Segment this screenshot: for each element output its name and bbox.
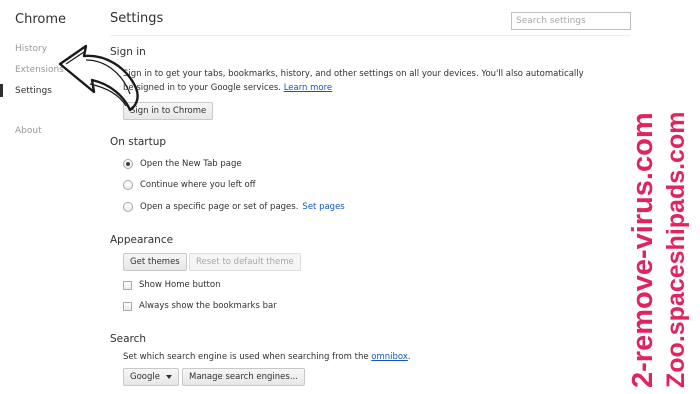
radio-specific-pages[interactable] [123,202,133,212]
manage-search-engines-button[interactable]: Manage search engines... [182,368,305,386]
sidebar-item-history[interactable]: History [15,44,47,54]
search-engine-select[interactable]: Google [123,368,179,386]
show-home-button-option[interactable]: Show Home button [123,280,220,290]
appearance-heading: Appearance [110,234,174,246]
search-settings-input[interactable] [511,12,631,30]
get-themes-button[interactable]: Get themes [123,253,187,271]
sign-in-heading: Sign in [110,46,146,58]
settings-main: Settings Sign in Sign in to get your tab… [110,0,631,394]
sidebar-item-about[interactable]: About [15,126,42,136]
set-pages-link[interactable]: Set pages [302,202,344,212]
sign-in-to-chrome-button[interactable]: Sign in to Chrome [123,102,214,120]
header-divider [110,35,630,36]
reset-theme-button[interactable]: Reset to default theme [189,253,301,271]
sign-in-description-2: be signed in to your Google services. Le… [123,83,333,93]
startup-option-specific-pages[interactable]: Open a specific page or set of pages. Se… [123,202,345,212]
watermark-text-1: 2-remove-virus.com [627,112,659,388]
show-bookmarks-bar-option[interactable]: Always show the bookmarks bar [123,301,277,311]
on-startup-heading: On startup [110,136,167,148]
search-description: Set which search engine is used when sea… [123,352,411,362]
watermark: 2-remove-virus.com Zoo.spaceshipads.com [627,112,690,388]
show-bookmarks-checkbox[interactable] [123,301,132,311]
learn-more-link[interactable]: Learn more [284,83,332,93]
page-title: Settings [110,11,164,26]
watermark-text-2: Zoo.spaceshipads.com [662,112,690,388]
selected-indicator [0,84,3,97]
sidebar: Chrome History Extensions Settings About [0,0,92,394]
show-home-checkbox[interactable] [123,280,132,290]
brand-title: Chrome [15,12,66,27]
sidebar-item-settings[interactable]: Settings [15,86,52,96]
startup-option-new-tab[interactable]: Open the New Tab page [123,159,242,169]
radio-new-tab[interactable] [123,159,133,169]
sign-in-description: Sign in to get your tabs, bookmarks, his… [123,69,584,79]
radio-continue[interactable] [123,180,133,190]
sidebar-item-extensions[interactable]: Extensions [15,65,64,75]
chevron-down-icon [165,375,172,379]
omnibox-link[interactable]: omnibox [371,352,408,362]
startup-option-continue[interactable]: Continue where you left off [123,180,256,190]
search-heading: Search [110,333,147,345]
